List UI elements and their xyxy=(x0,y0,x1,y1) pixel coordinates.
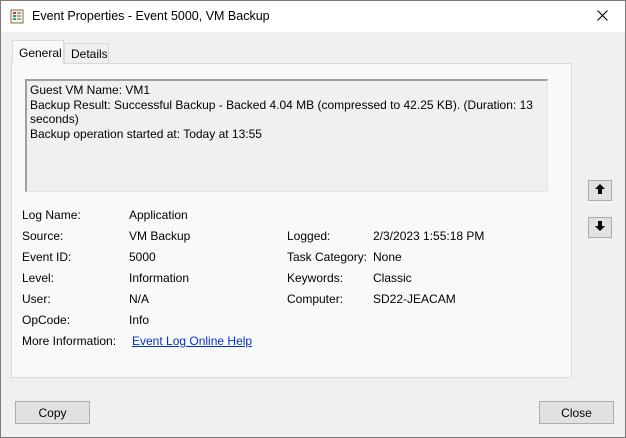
close-button[interactable]: Close xyxy=(539,401,614,424)
computer-value: SD22-JEACAM xyxy=(373,292,456,306)
window-close-button[interactable] xyxy=(579,1,625,32)
close-icon xyxy=(596,9,608,24)
description-line: seconds) xyxy=(30,112,79,127)
event-description-box[interactable]: Guest VM Name: VM1 Backup Result: Succes… xyxy=(25,79,548,192)
description-line: Backup Result: Successful Backup - Backe… xyxy=(30,97,533,112)
event-properties-dialog: Event Properties - Event 5000, VM Backup… xyxy=(0,0,626,438)
level-label: Level: xyxy=(22,271,55,285)
event-id-label: Event ID: xyxy=(22,250,72,264)
tab-general[interactable]: General xyxy=(12,40,64,64)
tab-label: General xyxy=(19,45,62,60)
description-line: Backup operation started at: Today at 13… xyxy=(30,127,262,142)
event-log-online-help-link[interactable]: Event Log Online Help xyxy=(132,334,252,348)
keywords-value: Classic xyxy=(373,271,412,285)
arrow-down-icon xyxy=(594,220,606,235)
general-tab-panel: Guest VM Name: VM1 Backup Result: Succes… xyxy=(11,63,572,378)
next-event-button[interactable] xyxy=(588,217,612,238)
description-line: Guest VM Name: VM1 xyxy=(30,83,151,97)
title-bar: Event Properties - Event 5000, VM Backup xyxy=(1,1,625,32)
log-name-value: Application xyxy=(129,208,188,222)
tab-details[interactable]: Details xyxy=(64,43,109,63)
arrow-up-icon xyxy=(594,183,606,198)
user-value: N/A xyxy=(129,292,150,306)
task-category-label: Task Category: xyxy=(287,250,368,264)
log-name-label: Log Name: xyxy=(22,208,81,222)
window-title: Event Properties - Event 5000, VM Backup xyxy=(32,9,270,23)
tab-label: Details xyxy=(71,46,108,61)
close-button-label: Close xyxy=(561,405,592,420)
user-label: User: xyxy=(22,292,51,306)
copy-button[interactable]: Copy xyxy=(15,401,90,424)
computer-label: Computer: xyxy=(287,292,344,306)
task-category-value: None xyxy=(373,250,402,264)
event-id-value: 5000 xyxy=(129,250,156,264)
logged-value: 2/3/2023 1:55:18 PM xyxy=(373,229,485,243)
opcode-value: Info xyxy=(129,313,150,327)
previous-event-button[interactable] xyxy=(588,180,612,201)
opcode-label: OpCode: xyxy=(22,313,71,327)
more-information-label: More Information: xyxy=(22,334,117,348)
level-value: Information xyxy=(129,271,190,285)
event-viewer-icon xyxy=(10,9,24,24)
logged-label: Logged: xyxy=(287,229,331,243)
keywords-label: Keywords: xyxy=(287,271,344,285)
source-label: Source: xyxy=(22,229,64,243)
copy-button-label: Copy xyxy=(38,405,67,420)
source-value: VM Backup xyxy=(129,229,191,243)
